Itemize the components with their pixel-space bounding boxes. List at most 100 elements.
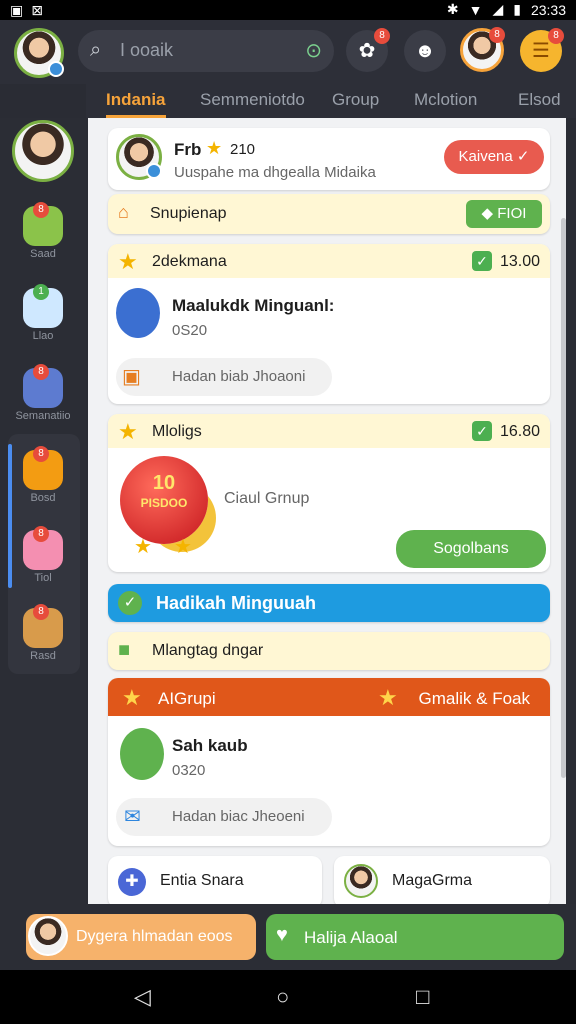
sidebar-item-saad[interactable]: 8 Saad xyxy=(6,202,80,260)
pig-icon: 8 xyxy=(23,526,63,570)
star-icon: ★ xyxy=(174,536,192,558)
chat-badge: 8 xyxy=(374,28,390,44)
chat-button[interactable]: ✿ 8 xyxy=(346,28,390,72)
chevron-icon: ✓ xyxy=(516,148,530,165)
bag-icon: ■ xyxy=(118,639,131,661)
mini-card-1[interactable]: ✚ Entia Snara xyxy=(108,856,322,904)
tab-semmeniotdo[interactable]: Semmeniotdo xyxy=(200,90,305,110)
notification-icon: ▣ xyxy=(10,2,24,18)
bottom-left-button[interactable]: Dygera hlmadan eoos xyxy=(26,914,256,960)
task-header-label: 2dekmana xyxy=(152,253,227,270)
mini-card-label: Entia Snara xyxy=(160,872,244,889)
task-sub: 0S20 xyxy=(172,322,208,339)
heart-icon: ♥ xyxy=(276,924,288,946)
user-avatar[interactable] xyxy=(14,28,64,78)
task-action-button[interactable]: Sogolbans xyxy=(396,530,546,568)
menu-button[interactable]: ☰ 8 xyxy=(520,28,564,72)
star-icon: ★ xyxy=(118,419,138,444)
notice-bar[interactable]: ■ Mlangtag dngar xyxy=(108,632,550,670)
friend-avatar[interactable]: 8 xyxy=(460,27,505,72)
bottom-left-label: Dygera hlmadan eoos xyxy=(76,928,233,945)
star-icon: ★ xyxy=(378,685,398,710)
main-content: Frb ★ 210 Uuspahe ma dhgealla Midaika Ka… xyxy=(88,118,566,904)
check-icon: ✓ xyxy=(472,251,492,271)
tab-bar: Indania Semmeniotdo Group Mclotion Elsod xyxy=(86,84,576,118)
recents-icon[interactable]: □ xyxy=(416,984,429,1010)
sidebar-item-label: Llao xyxy=(32,330,54,342)
profile-action-label: Kaivena xyxy=(458,148,513,165)
tab-indania[interactable]: Indania xyxy=(106,90,166,118)
sidebar-item-tiol[interactable]: 8 Tiol xyxy=(6,526,80,584)
task-card-1: ★ 2dekmana ✓ 13.00 Maalukdk Minguanl: 0S… xyxy=(108,244,550,404)
check-circle-icon: ✓ xyxy=(118,591,142,615)
star-icon: ★ xyxy=(206,138,223,158)
bottom-right-button[interactable]: ♥ Halija Alaoal xyxy=(266,914,564,960)
back-icon[interactable]: ◁ xyxy=(134,984,151,1010)
group-header: ★ AIGrupi ★ Gmalik & Foak xyxy=(108,678,550,716)
suggest-button[interactable]: ◆ FIOI xyxy=(466,200,542,228)
sidebar-item-label: Bosd xyxy=(30,492,56,504)
scrollbar[interactable] xyxy=(561,218,566,778)
gift-icon: ▣ xyxy=(122,366,141,388)
home-icon[interactable]: ○ xyxy=(276,984,289,1010)
building-icon: ⌂ xyxy=(118,202,129,222)
tab-mclotion[interactable]: Mclotion xyxy=(414,90,477,110)
verified-icon xyxy=(146,163,162,179)
tab-group[interactable]: Group xyxy=(332,90,379,110)
profile-points: 210 xyxy=(230,141,256,158)
search-input[interactable]: ⌕ I ooaik ⊙ xyxy=(78,30,334,72)
system-nav-bar: ◁ ○ □ xyxy=(0,970,576,1024)
plus-icon: ✚ xyxy=(118,868,146,896)
suggest-button-label: FIOI xyxy=(497,205,527,222)
profile-avatar[interactable] xyxy=(116,134,162,180)
gamepad-icon: ⊠ xyxy=(31,2,43,18)
gift-row[interactable]: ▣ Hadan biab Jhoaoni xyxy=(116,358,332,396)
profile-action-button[interactable]: Kaivena ✓ xyxy=(444,140,544,174)
mini-card-label: MagaGrma xyxy=(392,872,473,889)
suggest-label: Snupienap xyxy=(150,205,227,222)
bottom-action-bar: Dygera hlmadan eoos ♥ Halija Alaoal xyxy=(0,904,576,970)
task-header: ★ Mloligs ✓ 16.80 xyxy=(108,414,550,448)
task-header: ★ 2dekmana ✓ 13.00 xyxy=(108,244,550,278)
verified-icon xyxy=(48,61,64,77)
sidebar-badge: 8 xyxy=(33,604,49,620)
robot-button[interactable]: ☻ xyxy=(404,30,446,72)
puzzle-icon: 8 xyxy=(23,202,63,246)
sidebar-item-semanatiio[interactable]: 8 Semanatiio xyxy=(6,364,80,422)
sidebar-avatar[interactable] xyxy=(12,120,74,182)
group-card: ★ AIGrupi ★ Gmalik & Foak Sah kaub 0320 … xyxy=(108,678,550,846)
notice-label: Mlangtag dngar xyxy=(152,642,264,659)
sidebar-item-rasd[interactable]: 8 Rasd xyxy=(6,604,80,662)
sidebar-item-llao[interactable]: 1 Llao xyxy=(6,284,80,342)
status-bar: ▣ ⊠ ✱ ▼ ◢ ▮ 23:33 xyxy=(0,0,576,20)
sidebar-item-label: Rasd xyxy=(30,650,56,662)
suggest-bar: ⌂ Snupienap ◆ FIOI xyxy=(108,194,550,234)
sidebar-item-bosd[interactable]: 8 Bosd xyxy=(6,446,80,504)
sidebar-badge: 8 xyxy=(33,202,49,218)
task-side-text: Ciaul Grnup xyxy=(224,490,310,507)
task-title: Maalukdk Minguanl: xyxy=(172,296,335,315)
lion-icon: 8 xyxy=(23,604,63,648)
reward-text: PISDOO xyxy=(140,496,188,510)
sidebar-item-label: Tiol xyxy=(34,572,52,584)
weekly-banner[interactable]: ✓ Hadikah Minguuah xyxy=(108,584,550,622)
sidebar: 8 Saad 1 Llao 8 Semanatiio 8 Bosd 8 Tiol… xyxy=(0,118,86,904)
top-bar: ⌕ I ooaik ⊙ ✿ 8 ☻ 8 ☰ 8 xyxy=(0,20,576,84)
gift-row[interactable]: ✉ Hadan biac Jheoeni xyxy=(116,798,332,836)
group-header-right: Gmalik & Foak xyxy=(418,689,530,708)
search-icon: ⌕ xyxy=(90,39,102,61)
gift-label: Hadan biab Jhoaoni xyxy=(172,368,306,385)
voice-search-icon[interactable]: ⊙ xyxy=(305,38,322,63)
star-icon: ★ xyxy=(134,536,152,558)
sidebar-badge: 1 xyxy=(33,284,49,300)
cloud-pet-icon: 1 xyxy=(23,284,63,328)
signal-icon: ◢ xyxy=(492,1,504,17)
character-icon xyxy=(120,728,164,780)
bottom-avatar xyxy=(28,916,68,956)
tab-elsod[interactable]: Elsod xyxy=(518,90,561,110)
mini-avatar xyxy=(344,864,378,898)
sidebar-badge: 8 xyxy=(33,446,49,462)
mini-card-2[interactable]: MagaGrma xyxy=(334,856,550,904)
cat-icon: 8 xyxy=(23,446,63,490)
task-header-label: Mloligs xyxy=(152,423,202,440)
